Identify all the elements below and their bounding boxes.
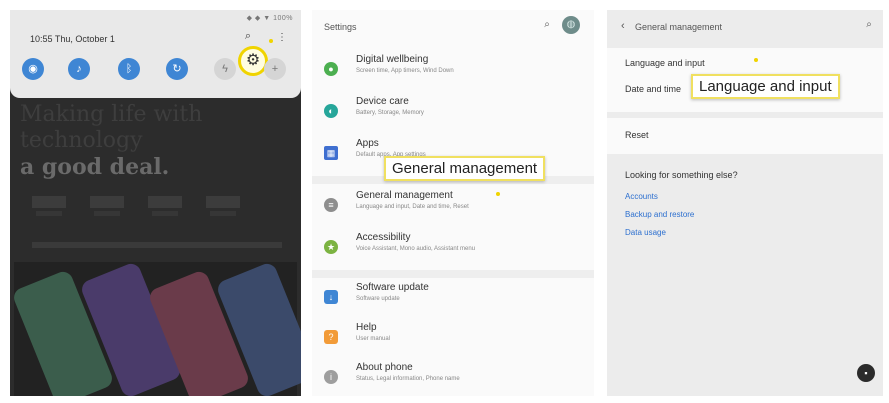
time-date: 10:55 Thu, October 1: [30, 34, 115, 44]
help-icon: ?: [324, 330, 338, 344]
general-management-icon: ≡: [324, 198, 338, 212]
quick-panel-screen: ◆ ◆ ▼ 100% 10:55 Thu, October 1 ⌕ ⋮ ⚙ ◉ …: [10, 10, 301, 396]
flashlight-icon[interactable]: ϟ: [214, 58, 236, 80]
reset-card: Reset: [607, 118, 883, 154]
device-care-icon: ◐: [324, 104, 338, 118]
back-arrow-icon[interactable]: ‹: [621, 20, 625, 32]
plus-icon[interactable]: +: [264, 58, 286, 80]
wellbeing-icon: ●: [324, 62, 338, 76]
link-backup-and-restore[interactable]: Backup and restore: [625, 210, 694, 219]
settings-item-software-update[interactable]: ↓ Software update Software update: [312, 278, 594, 320]
settings-screen: Settings ⌕ ◍ ● Digital wellbeing Screen …: [312, 10, 594, 396]
settings-item-digital-wellbeing[interactable]: ● Digital wellbeing Screen time, App tim…: [312, 50, 594, 92]
wifi-icon[interactable]: ◉: [22, 58, 44, 80]
search-icon[interactable]: ⌕: [541, 19, 553, 31]
more-options-icon[interactable]: ⋮: [276, 32, 288, 44]
page-title: Settings: [324, 22, 357, 32]
highlight-dot: [269, 39, 273, 43]
settings-item-general-management[interactable]: ≡ General management Language and input,…: [312, 186, 594, 228]
looking-for-heading: Looking for something else?: [625, 170, 738, 180]
background-headline-bold: a good deal.: [20, 154, 170, 180]
status-bar-icons: ◆ ◆ ▼ 100%: [246, 15, 293, 22]
background-headline: Making life with technology: [20, 102, 203, 153]
quick-panel: ◆ ◆ ▼ 100% 10:55 Thu, October 1 ⌕ ⋮ ⚙ ◉ …: [10, 10, 301, 98]
background-stats: [32, 196, 292, 222]
list-item-reset[interactable]: Reset: [625, 130, 649, 140]
general-management-callout: General management: [384, 156, 546, 181]
highlight-dot: [754, 58, 758, 62]
about-phone-icon: i: [324, 370, 338, 384]
rotate-icon[interactable]: ↻: [166, 58, 188, 80]
settings-item-help[interactable]: ? Help User manual: [312, 318, 594, 360]
section-divider: [312, 270, 594, 278]
settings-item-about-phone[interactable]: i About phone Status, Legal information,…: [312, 358, 594, 396]
settings-item-device-care[interactable]: ◐ Device care Battery, Storage, Memory: [312, 92, 594, 134]
bluetooth-icon[interactable]: ᛒ: [118, 58, 140, 80]
sound-icon[interactable]: ♪: [68, 58, 90, 80]
background-phones-image: [11, 260, 301, 396]
list-item-date-and-time[interactable]: Date and time: [625, 84, 681, 94]
profile-avatar[interactable]: ◍: [562, 16, 580, 34]
chat-icon[interactable]: ▪: [857, 364, 875, 382]
list-item-language-and-input[interactable]: Language and input: [625, 58, 705, 68]
search-icon[interactable]: ⌕: [241, 30, 255, 44]
accessibility-icon: ★: [324, 240, 338, 254]
page-title: General management: [635, 22, 723, 32]
highlight-dot: [496, 192, 500, 196]
search-icon[interactable]: ⌕: [863, 19, 875, 31]
link-accounts[interactable]: Accounts: [625, 192, 658, 201]
software-update-icon: ↓: [324, 290, 338, 304]
background-tagline: [32, 242, 282, 248]
language-and-input-callout: Language and input: [691, 74, 840, 99]
link-data-usage[interactable]: Data usage: [625, 228, 666, 237]
general-management-screen: ‹ General management ⌕ Language and inpu…: [607, 10, 883, 396]
settings-item-accessibility[interactable]: ★ Accessibility Voice Assistant, Mono au…: [312, 228, 594, 270]
apps-icon: ▦: [324, 146, 338, 160]
